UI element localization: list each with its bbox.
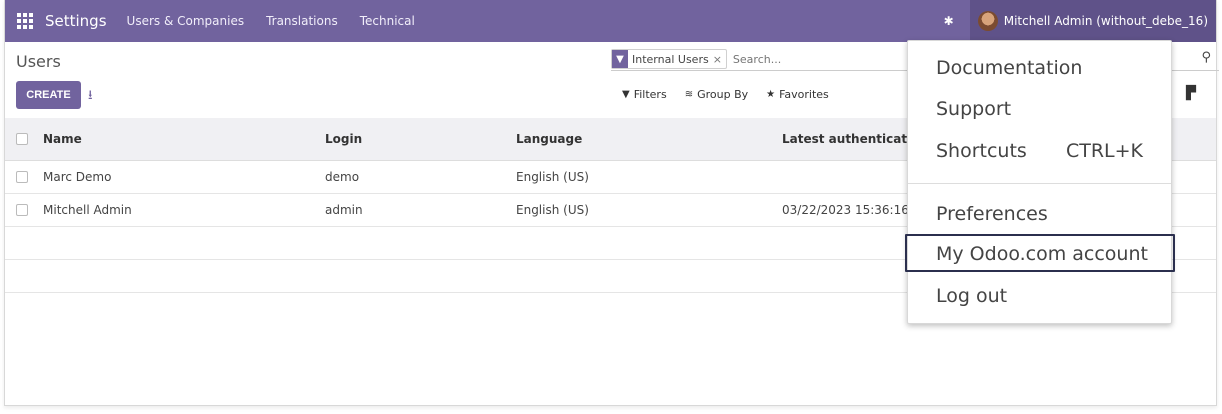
row-checkbox[interactable] (16, 171, 28, 183)
funnel-icon: ▼ (622, 89, 630, 100)
menu-item-documentation[interactable]: Documentation (936, 57, 1082, 79)
menu-divider (908, 183, 1171, 184)
cell-name: Marc Demo (43, 170, 112, 184)
nav-technical[interactable]: Technical (360, 14, 415, 28)
column-header-login[interactable]: Login (325, 132, 516, 146)
apps-menu-icon[interactable] (17, 13, 33, 29)
app-brand[interactable]: Settings (45, 12, 107, 30)
column-header-language[interactable]: Language (516, 132, 782, 146)
user-name: Mitchell Admin (without_debe_16) (1003, 14, 1208, 28)
menu-item-shortcuts[interactable]: Shortcuts (936, 140, 1027, 162)
avatar (977, 11, 998, 31)
navbar-right: ✱ Mitchell Admin (without_debe_16) (944, 0, 1216, 42)
shortcut-key-label: CTRL+K (1065, 140, 1143, 162)
menu-item-support[interactable]: Support (936, 98, 1011, 120)
create-button[interactable]: CREATE (16, 81, 81, 109)
groupby-label: Group By (697, 88, 749, 101)
star-icon: ★ (766, 89, 776, 100)
cell-login: demo (325, 170, 360, 184)
select-all-checkbox[interactable] (16, 133, 28, 145)
nav-users-companies[interactable]: Users & Companies (127, 14, 245, 28)
nav-translations[interactable]: Translations (266, 14, 338, 28)
app-frame: Settings Users & Companies Translations … (4, 0, 1219, 406)
search-input[interactable] (730, 51, 855, 67)
favorites-label: Favorites (779, 88, 829, 101)
user-dropdown-menu: Documentation Support Shortcuts CTRL+K P… (905, 40, 1175, 324)
cell-language: English (US) (516, 170, 589, 184)
cell-name: Mitchell Admin (43, 203, 132, 217)
filters-label: Filters (633, 88, 667, 101)
user-menu-toggle[interactable]: Mitchell Admin (without_debe_16) (969, 0, 1216, 42)
search-icon[interactable]: ⚲ (1201, 50, 1211, 65)
menu-item-logout[interactable]: Log out (936, 285, 1007, 307)
debug-bug-icon[interactable]: ✱ (944, 14, 954, 28)
kanban-view-icon[interactable]: ▛ (1186, 86, 1196, 101)
top-navbar: Settings Users & Companies Translations … (5, 0, 1216, 42)
favorites-button[interactable]: ★ Favorites (766, 88, 829, 101)
layers-icon: ≋ (684, 89, 694, 100)
cell-login: admin (325, 203, 363, 217)
breadcrumb: Users (16, 52, 61, 71)
filters-button[interactable]: ▼ Filters (622, 88, 667, 101)
facet-remove-icon[interactable]: × (713, 53, 726, 66)
menu-item-preferences[interactable]: Preferences (936, 203, 1048, 225)
menu-item-odoo-account[interactable]: My Odoo.com account (936, 243, 1148, 265)
filter-facet: ▼ Internal Users × (611, 49, 727, 69)
groupby-button[interactable]: ≋ Group By (685, 88, 748, 101)
cell-language: English (US) (516, 203, 589, 217)
funnel-icon: ▼ (612, 50, 628, 68)
column-header-name[interactable]: Name (43, 132, 325, 146)
download-icon[interactable]: ⭳ (88, 86, 93, 108)
facet-label: Internal Users (632, 52, 709, 66)
search-options: ▼ Filters ≋ Group By ★ Favorites (622, 88, 847, 101)
row-checkbox[interactable] (16, 204, 28, 216)
